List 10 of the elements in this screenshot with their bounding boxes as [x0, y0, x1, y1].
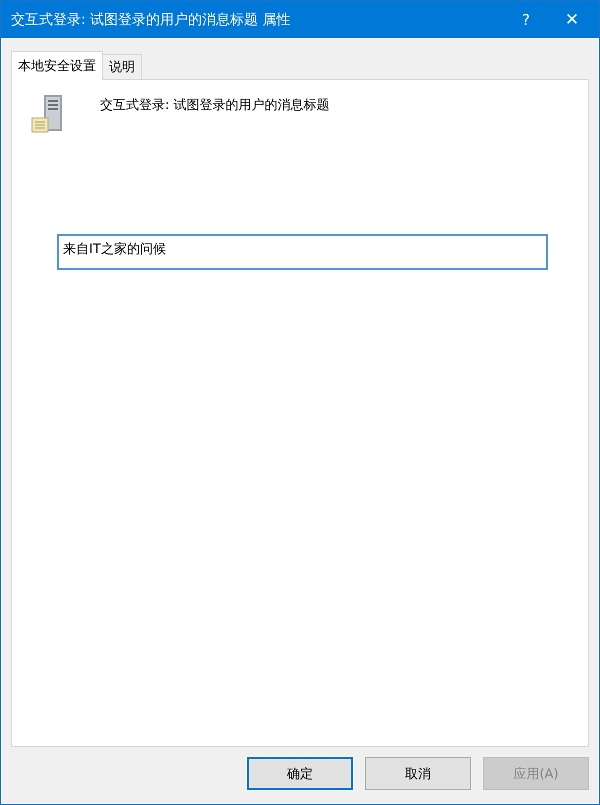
help-button[interactable]: ?	[503, 1, 549, 38]
message-title-field[interactable]: 来自IT之家的问候	[57, 234, 548, 270]
ok-button[interactable]: 确定	[247, 757, 353, 790]
policy-name: 交互式登录: 试图登录的用户的消息标题	[100, 97, 330, 114]
tab[interactable]: 说明	[102, 54, 142, 79]
cancel-button[interactable]: 取消	[365, 757, 471, 790]
tab[interactable]: 本地安全设置	[11, 51, 103, 80]
server-icon	[30, 94, 64, 134]
close-button[interactable]: ✕	[549, 1, 595, 38]
window-title: 交互式登录: 试图登录的用户的消息标题 属性	[10, 10, 292, 28]
